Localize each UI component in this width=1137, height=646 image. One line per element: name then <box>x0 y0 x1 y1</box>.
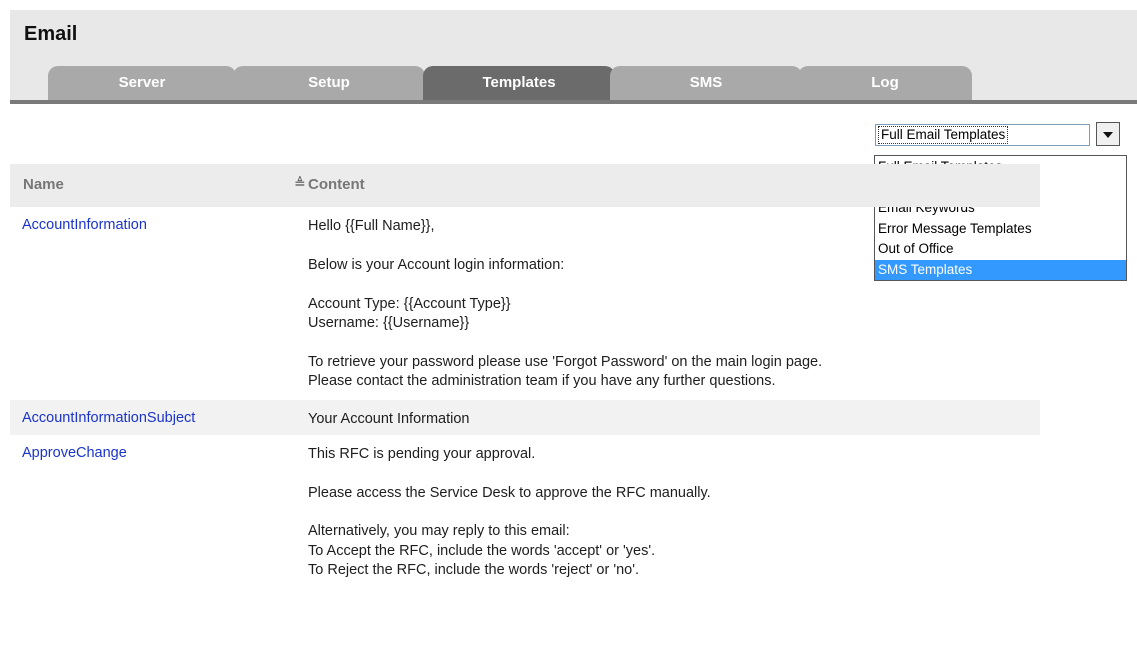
template-content: Hello {{Full Name}}, Below is your Accoun… <box>308 207 1040 400</box>
tab-bar: Server Setup Templates SMS Log <box>10 58 1137 100</box>
content-line: Hello {{Full Name}}, <box>308 218 435 234</box>
content-line <box>308 464 1040 483</box>
tab-server[interactable]: Server <box>48 66 236 100</box>
tab-divider <box>10 100 1137 104</box>
content-line: Please contact the administration team i… <box>308 373 776 390</box>
tab-setup[interactable]: Setup <box>233 66 425 100</box>
content-line: Below is your Account login information: <box>308 256 565 273</box>
content-line <box>308 236 1040 255</box>
column-header-name[interactable]: Name <box>23 176 64 193</box>
template-type-select-value: Full Email Templates <box>878 126 1009 144</box>
template-content: Your Account Information <box>308 400 1040 435</box>
content-line <box>308 275 1040 294</box>
template-type-select[interactable]: Full Email Templates <box>875 124 1090 146</box>
content-line: Your Account Information <box>308 410 470 427</box>
template-name-link[interactable]: AccountInformationSubject <box>22 410 195 426</box>
table-row: ApproveChange This RFC is pending your ap… <box>10 435 1040 589</box>
table-header: Name ≜ Content <box>10 164 1040 207</box>
table-row: AccountInformation Hello {{Full Name}}, Be… <box>10 207 1040 400</box>
content-line: Username: {{Username}} <box>308 314 470 331</box>
tab-log[interactable]: Log <box>798 66 972 100</box>
content-line: This RFC is pending your approval. <box>308 445 536 462</box>
tab-templates[interactable]: Templates <box>423 66 615 100</box>
page-title: Email <box>24 23 78 45</box>
template-content: This RFC is pending your approval. Please… <box>308 435 1040 589</box>
content-line: To Accept the RFC, include the words 'ac… <box>308 542 656 559</box>
tab-sms[interactable]: SMS <box>610 66 802 100</box>
content-line: Alternatively, you may reply to this ema… <box>308 523 570 540</box>
template-name-link[interactable]: AccountInformation <box>22 217 147 233</box>
content-line: To retrieve your password please use 'Fo… <box>308 353 823 370</box>
content-line <box>308 333 1040 352</box>
content-line: Account Type: {{Account Type}} <box>308 295 511 312</box>
chevron-down-icon[interactable] <box>1096 122 1120 146</box>
page-header: Email <box>10 10 1137 58</box>
sort-ascending-icon[interactable]: ≜ <box>294 175 306 192</box>
table-row: AccountInformationSubject Your Account In… <box>10 399 1040 435</box>
templates-table-body: AccountInformation Hello {{Full Name}}, Be… <box>10 207 1040 589</box>
template-name-link[interactable]: ApproveChange <box>22 445 127 461</box>
content-line <box>308 503 1040 522</box>
content-line: Please access the Service Desk to approv… <box>308 484 711 501</box>
content-line: To Reject the RFC, include the words 're… <box>308 562 640 579</box>
column-header-content[interactable]: Content <box>308 176 365 193</box>
